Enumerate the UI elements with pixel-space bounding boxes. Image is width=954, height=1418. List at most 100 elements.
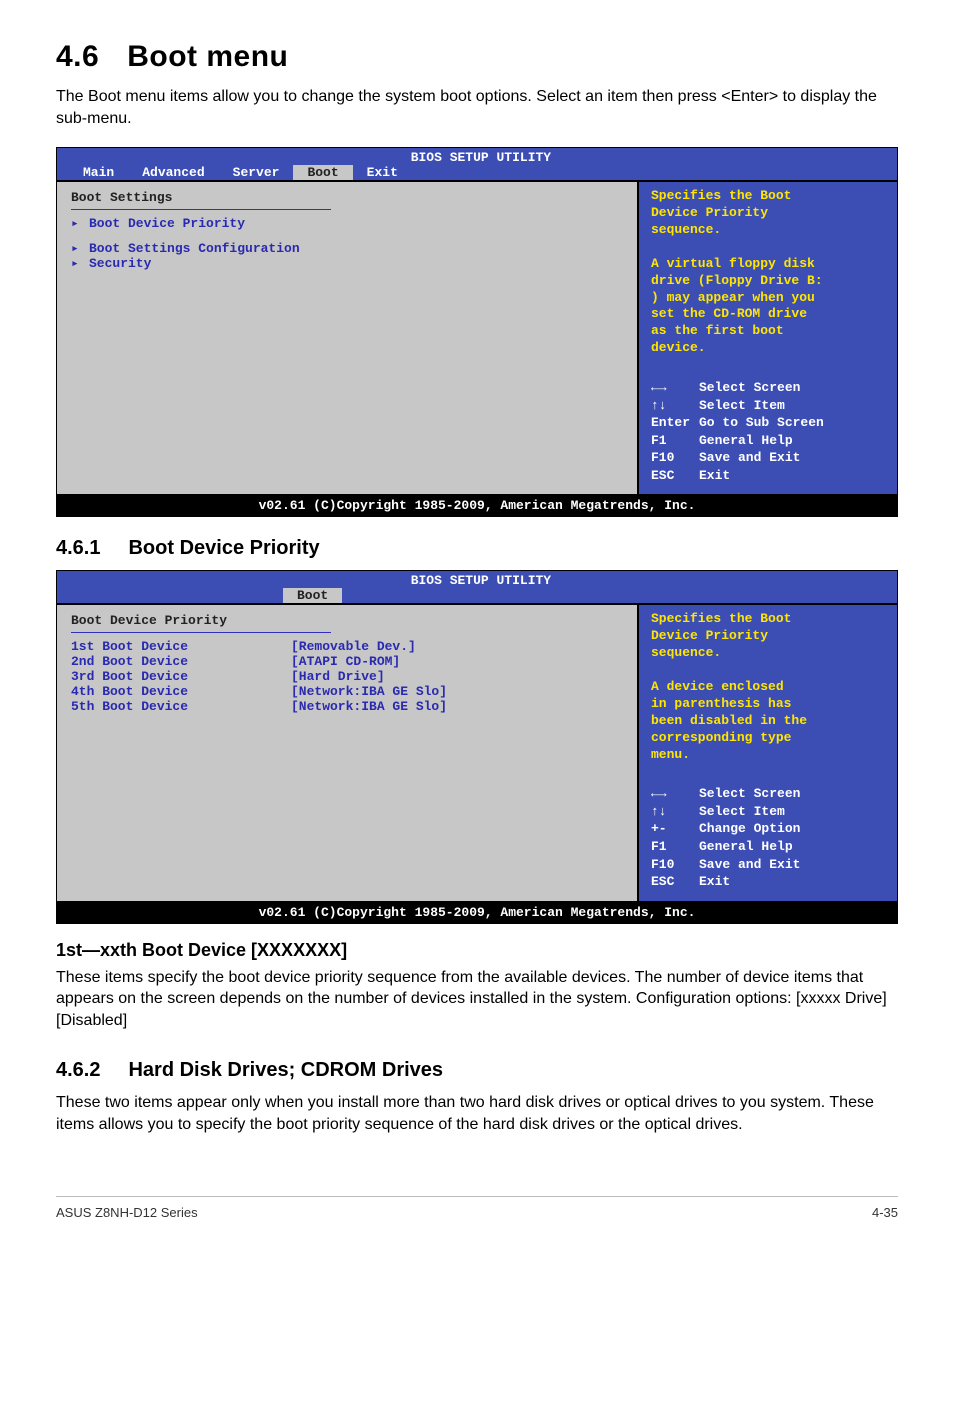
submenu-arrow-icon: ▸ bbox=[71, 241, 83, 256]
bios-title: BIOS SETUP UTILITY bbox=[77, 573, 885, 588]
help-line: menu. bbox=[651, 747, 887, 764]
key-glyph: ESC bbox=[651, 873, 699, 891]
bios-left-title: Boot Device Priority bbox=[71, 613, 623, 628]
boot-device-value: [Network:IBA GE Slo] bbox=[291, 684, 447, 699]
key-glyph: ↑↓ bbox=[651, 803, 699, 821]
help-line: Device Priority bbox=[651, 628, 887, 645]
key-glyph: ←→ bbox=[651, 785, 699, 803]
boot-device-label: 4th Boot Device bbox=[71, 684, 291, 699]
key-glyph: F1 bbox=[651, 432, 699, 450]
boot-device-label: 5th Boot Device bbox=[71, 699, 291, 714]
help-line: Device Priority bbox=[651, 205, 887, 222]
key-glyph: F10 bbox=[651, 856, 699, 874]
tab-server[interactable]: Server bbox=[219, 165, 294, 180]
help-line: A device enclosed bbox=[651, 679, 887, 696]
help-text: Specifies the Boot Device Priority seque… bbox=[651, 611, 887, 763]
bios-copyright: v02.61 (C)Copyright 1985-2009, American … bbox=[57, 494, 897, 516]
menu-item-boot-device-priority[interactable]: ▸ Boot Device Priority bbox=[71, 216, 623, 231]
section-number: 4.6 bbox=[56, 40, 99, 73]
help-line: Specifies the Boot bbox=[651, 188, 887, 205]
footer-left: ASUS Z8NH-D12 Series bbox=[56, 1205, 198, 1220]
tab-boot[interactable]: Boot bbox=[293, 165, 352, 180]
boot-device-value: [Network:IBA GE Slo] bbox=[291, 699, 447, 714]
page-footer: ASUS Z8NH-D12 Series 4-35 bbox=[56, 1196, 898, 1220]
key-action: Save and Exit bbox=[699, 857, 800, 872]
key-action: General Help bbox=[699, 839, 793, 854]
help-line: in parenthesis has bbox=[651, 696, 887, 713]
key-action: Select Item bbox=[699, 804, 785, 819]
subsection-heading: 4.6.1 Boot Device Priority bbox=[56, 537, 898, 560]
tab-exit[interactable]: Exit bbox=[353, 165, 412, 180]
menu-item-label: Boot Device Priority bbox=[89, 216, 245, 231]
bios-tabs: Main Advanced Server Boot Exit bbox=[57, 165, 897, 180]
bios-help-pane: Specifies the Boot Device Priority seque… bbox=[637, 605, 897, 900]
help-line: corresponding type bbox=[651, 730, 887, 747]
key-action: General Help bbox=[699, 433, 793, 448]
submenu-arrow-icon: ▸ bbox=[71, 256, 83, 271]
boot-device-row-3[interactable]: 3rd Boot Device[Hard Drive] bbox=[71, 669, 623, 684]
subsection-number: 4.6.2 bbox=[56, 1059, 100, 1081]
subsection-title-text: Hard Disk Drives; CDROM Drives bbox=[128, 1059, 443, 1081]
help-line: as the first boot bbox=[651, 323, 887, 340]
subsection-number: 4.6.1 bbox=[56, 537, 100, 559]
bios-help-pane: Specifies the Boot Device Priority seque… bbox=[637, 182, 897, 494]
tab-main[interactable]: Main bbox=[69, 165, 128, 180]
bios-panel-boot-settings: . BIOS SETUP UTILITY Main Advanced Serve… bbox=[56, 147, 898, 517]
section-title-text: Boot menu bbox=[127, 40, 288, 73]
separator bbox=[71, 632, 331, 633]
boot-device-value: [Removable Dev.] bbox=[291, 639, 416, 654]
key-action: Change Option bbox=[699, 821, 800, 836]
footer-right: 4-35 bbox=[872, 1205, 898, 1220]
bios-left-title: Boot Settings bbox=[71, 190, 623, 205]
section-intro: The Boot menu items allow you to change … bbox=[56, 86, 898, 129]
help-line: drive (Floppy Drive B: bbox=[651, 273, 887, 290]
key-glyph: ESC bbox=[651, 467, 699, 485]
key-glyph: +- bbox=[651, 820, 699, 838]
key-bindings: ←→Select Screen ↑↓Select Item EnterGo to… bbox=[651, 379, 887, 484]
bios-panel-boot-device-priority: . BIOS SETUP UTILITY Boot Boot Device Pr… bbox=[56, 570, 898, 923]
bios-left-pane: Boot Device Priority 1st Boot Device[Rem… bbox=[57, 605, 637, 900]
boot-device-row-5[interactable]: 5th Boot Device[Network:IBA GE Slo] bbox=[71, 699, 623, 714]
section-heading: 4.6 Boot menu bbox=[56, 40, 898, 74]
key-glyph: ←→ bbox=[651, 379, 699, 397]
bios-left-pane: Boot Settings ▸ Boot Device Priority ▸ B… bbox=[57, 182, 637, 494]
help-line: set the CD-ROM drive bbox=[651, 306, 887, 323]
bios-title: BIOS SETUP UTILITY bbox=[77, 150, 885, 165]
separator bbox=[71, 209, 331, 210]
help-line: ) may appear when you bbox=[651, 290, 887, 307]
key-action: Exit bbox=[699, 468, 730, 483]
key-glyph: ↑↓ bbox=[651, 397, 699, 415]
tab-advanced[interactable]: Advanced bbox=[128, 165, 218, 180]
boot-device-value: [ATAPI CD-ROM] bbox=[291, 654, 400, 669]
help-line: Specifies the Boot bbox=[651, 611, 887, 628]
menu-item-label: Security bbox=[89, 256, 151, 271]
boot-device-label: 2nd Boot Device bbox=[71, 654, 291, 669]
bios-tabs: Boot bbox=[57, 588, 897, 603]
key-action: Select Item bbox=[699, 398, 785, 413]
bios-copyright: v02.61 (C)Copyright 1985-2009, American … bbox=[57, 901, 897, 923]
key-action: Save and Exit bbox=[699, 450, 800, 465]
boot-device-row-1[interactable]: 1st Boot Device[Removable Dev.] bbox=[71, 639, 623, 654]
boot-device-value: [Hard Drive] bbox=[291, 669, 385, 684]
help-line: been disabled in the bbox=[651, 713, 887, 730]
boot-device-row-4[interactable]: 4th Boot Device[Network:IBA GE Slo] bbox=[71, 684, 623, 699]
help-line: sequence. bbox=[651, 222, 887, 239]
subsection-heading: 4.6.2 Hard Disk Drives; CDROM Drives bbox=[56, 1059, 898, 1082]
submenu-arrow-icon: ▸ bbox=[71, 216, 83, 231]
field-description: These items specify the boot device prio… bbox=[56, 967, 898, 1032]
key-action: Go to Sub Screen bbox=[699, 415, 824, 430]
boot-device-label: 1st Boot Device bbox=[71, 639, 291, 654]
boot-device-row-2[interactable]: 2nd Boot Device[ATAPI CD-ROM] bbox=[71, 654, 623, 669]
key-glyph: F1 bbox=[651, 838, 699, 856]
menu-item-security[interactable]: ▸ Security bbox=[71, 256, 623, 271]
subsection-description: These two items appear only when you ins… bbox=[56, 1092, 898, 1135]
tab-boot[interactable]: Boot bbox=[283, 588, 342, 603]
menu-item-boot-settings-configuration[interactable]: ▸ Boot Settings Configuration bbox=[71, 241, 623, 256]
key-glyph: Enter bbox=[651, 414, 699, 432]
menu-item-label: Boot Settings Configuration bbox=[89, 241, 300, 256]
subsection-title-text: Boot Device Priority bbox=[128, 537, 319, 559]
key-bindings: ←→Select Screen ↑↓Select Item +-Change O… bbox=[651, 785, 887, 890]
help-text: Specifies the Boot Device Priority seque… bbox=[651, 188, 887, 357]
help-line: device. bbox=[651, 340, 887, 357]
help-line: A virtual floppy disk bbox=[651, 256, 887, 273]
